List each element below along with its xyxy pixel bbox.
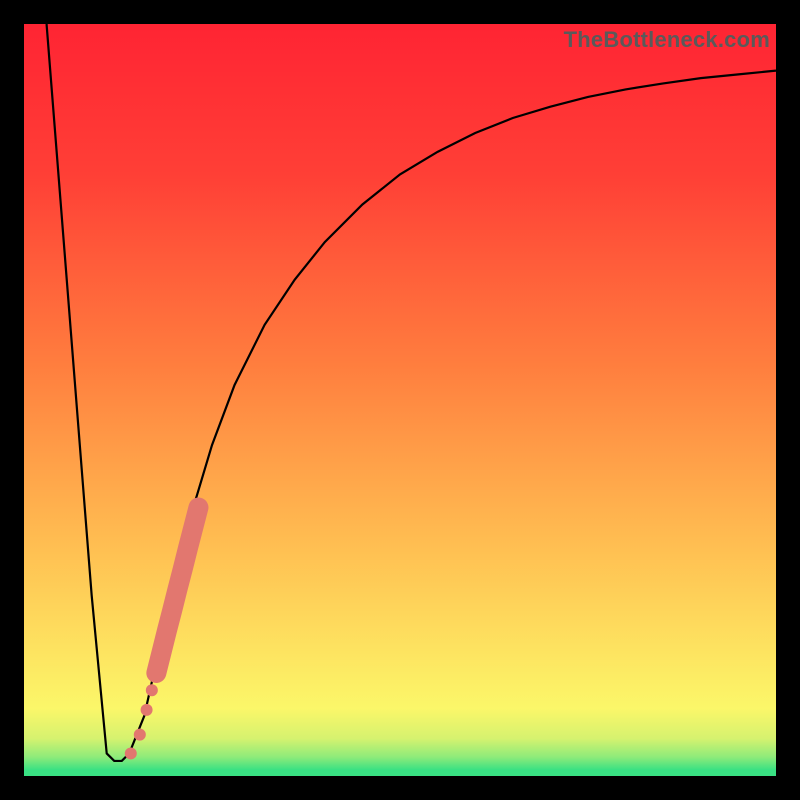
gradient-background	[24, 24, 776, 776]
chart-frame: TheBottleneck.com	[0, 0, 800, 800]
chart-svg	[24, 24, 776, 776]
plot-area: TheBottleneck.com	[24, 24, 776, 776]
watermark-text: TheBottleneck.com	[564, 27, 770, 53]
